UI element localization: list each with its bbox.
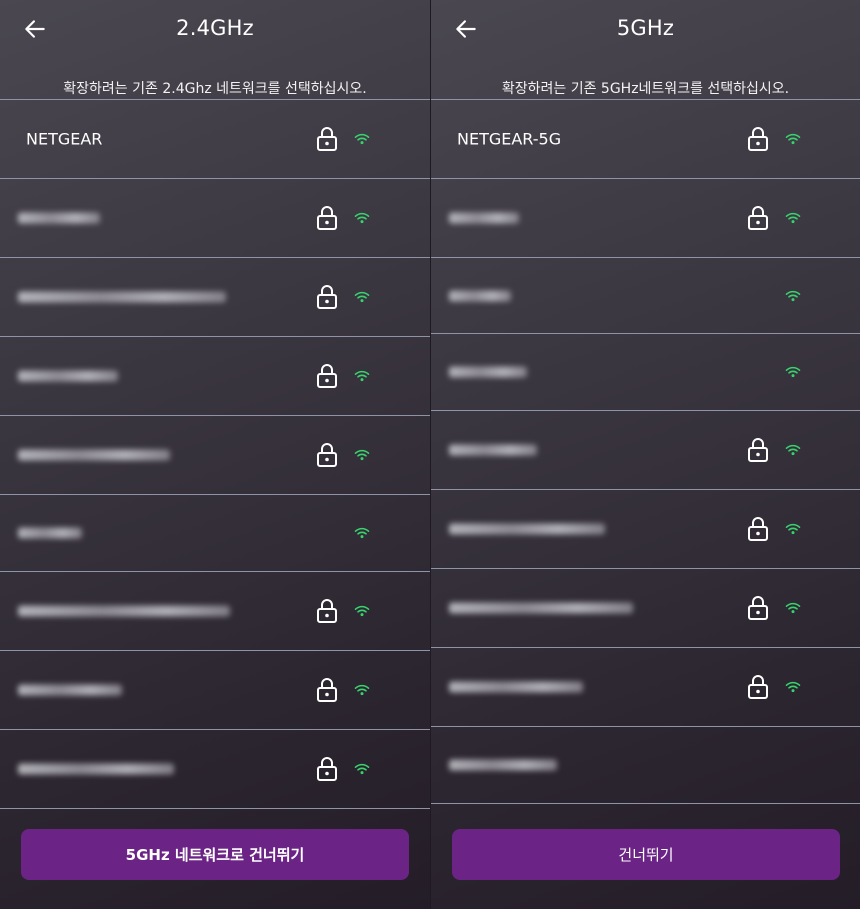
network-row[interactable] [431,569,860,648]
wifi-icon [354,449,370,461]
blurred-ssid [449,602,633,614]
wifi-icon [785,602,801,614]
network-row[interactable]: NETGEAR-5G [431,100,860,179]
app-header: 5GHz [431,0,860,62]
wifi-icon [785,444,801,456]
network-row[interactable] [0,572,430,651]
blurred-ssid [449,212,519,224]
network-row[interactable] [0,495,430,572]
wifi-icon [785,523,801,535]
network-row[interactable] [0,730,430,809]
wifi-icon [354,133,370,145]
wifi-icon [354,684,370,696]
network-row[interactable] [0,651,430,730]
blurred-ssid [18,291,226,303]
lock-icon [747,437,769,463]
blurred-ssid [18,684,122,696]
network-row[interactable] [431,334,860,411]
lock-icon [316,756,338,782]
lock-icon [747,205,769,231]
blurred-ssid [449,759,557,771]
wifi-icon [354,527,370,539]
panel-5ghz: 5GHz 확장하려는 기존 5GHz네트워크를 선택하십시오. NETGEAR-… [430,0,860,909]
blurred-ssid [18,527,82,539]
network-row[interactable] [0,337,430,416]
wifi-icon [354,370,370,382]
blurred-ssid [449,290,511,301]
lock-icon [316,205,338,231]
lock-icon [316,677,338,703]
blurred-ssid [449,444,537,456]
network-row[interactable] [431,727,860,804]
blurred-ssid [449,366,527,378]
wifi-icon [354,763,370,775]
lock-icon [316,126,338,152]
lock-icon [316,284,338,310]
lock-icon [747,674,769,700]
blurred-ssid [449,523,605,535]
lock-icon [316,598,338,624]
lock-icon [316,442,338,468]
app-header: 2.4GHz [0,0,430,62]
wifi-icon [785,133,801,145]
blurred-ssid [18,212,100,224]
network-row[interactable] [431,411,860,490]
wifi-icon [354,212,370,224]
network-list: NETGEAR [0,99,430,809]
network-row[interactable] [431,258,860,334]
lock-icon [747,516,769,542]
blurred-ssid [18,449,170,461]
blurred-ssid [18,763,174,775]
blurred-ssid [18,605,230,617]
instruction-text: 확장하려는 기존 5GHz네트워크를 선택하십시오. [501,81,790,97]
network-row[interactable] [0,179,430,258]
network-row[interactable] [431,648,860,727]
network-ssid: NETGEAR [26,129,103,149]
network-list: NETGEAR-5G [431,99,860,804]
wifi-icon [785,290,801,302]
panel-2-4ghz: 2.4GHz 확장하려는 기존 2.4Ghz 네트워크를 선택하십시오. NET… [0,0,430,909]
wifi-icon [354,605,370,617]
lock-icon [747,595,769,621]
wifi-icon [354,291,370,303]
skip-to-5ghz-button[interactable]: 5GHz 네트워크로 건너뛰기 [21,829,409,880]
lock-icon [747,126,769,152]
skip-button[interactable]: 건너뛰기 [452,829,840,880]
network-row[interactable] [431,490,860,569]
wifi-icon [785,366,801,378]
wifi-icon [785,212,801,224]
network-ssid: NETGEAR-5G [457,129,562,149]
blurred-ssid [449,681,583,693]
network-row[interactable] [0,416,430,495]
wifi-icon [785,681,801,693]
page-title: 2.4GHz [176,16,254,40]
network-row[interactable] [431,179,860,258]
blurred-ssid [18,370,118,382]
page-title: 5GHz [616,16,675,40]
lock-icon [316,363,338,389]
network-row[interactable]: NETGEAR [0,100,430,179]
instruction-text: 확장하려는 기존 2.4Ghz 네트워크를 선택하십시오. [63,81,367,97]
network-row[interactable] [0,258,430,337]
